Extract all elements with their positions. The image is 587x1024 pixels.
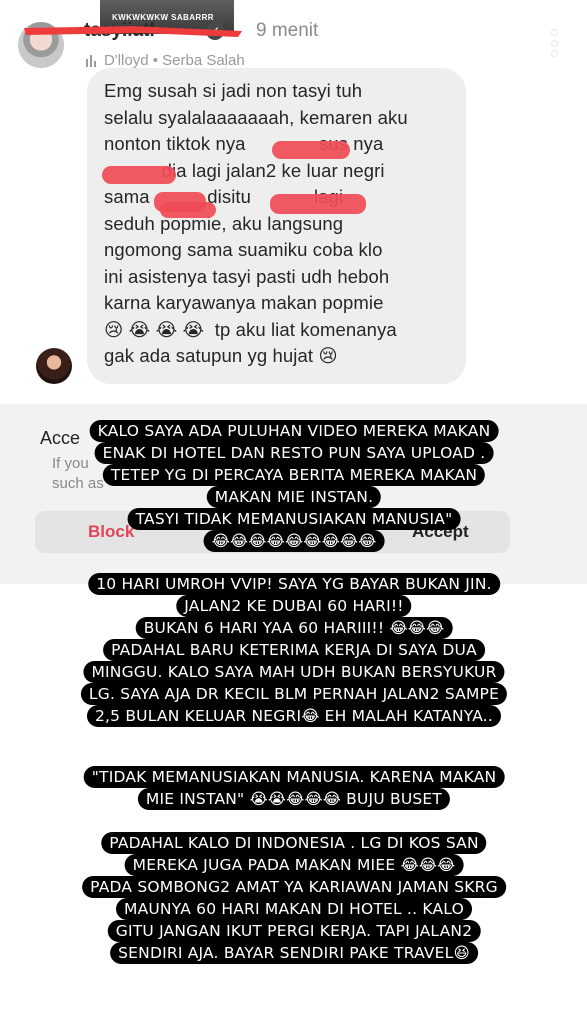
more-options-icon[interactable]	[546, 30, 562, 56]
caption-line: GITU JANGAN IKUT PERGI KERJA. TAPI JALAN…	[107, 920, 481, 942]
story-music-label: D'lloyd • Serba Salah	[104, 52, 245, 69]
caption-line: SENDIRI AJA. BAYAR SENDIRI PAKE TRAVEL😆	[110, 942, 478, 964]
dm-message-text: Emg susah si jadi non tasyi tuh selalu s…	[104, 78, 444, 370]
caption-line: 2,5 BULAN KELUAR NEGRI😂 EH MALAH KATANYA…	[86, 705, 502, 727]
redaction-mark	[160, 202, 216, 218]
red-scribble-redaction	[24, 26, 242, 37]
dm-line: karna karyawanya makan popmie	[104, 292, 384, 313]
dm-line: ngomong sama suamiku coba klo	[104, 239, 383, 260]
redaction-mark	[102, 166, 176, 184]
caption-line: 😂😂😂😂😂😂😂😂😂	[203, 530, 385, 552]
dm-line: gak ada satupun yg hujat 😢	[104, 345, 338, 366]
sender-avatar[interactable]	[36, 348, 72, 384]
caption-line: MINGGU. KALO SAYA MAH UDH BUKAN BERSYUKU…	[83, 661, 505, 683]
caption-line: MAUNYA 60 HARI MAKAN DI HOTEL .. KALO	[116, 898, 472, 920]
story-frame: KWKWKWKW SABARRR tasyiiatl ✓ 9 menit D'l…	[0, 0, 587, 1024]
caption-line: KALO SAYA ADA PULUHAN VIDEO MEREKA MAKAN	[89, 420, 499, 442]
dm-line: Emg susah si jadi non tasyi tuh	[104, 80, 363, 101]
caption-line: LG. SAYA AJA DR KECIL BLM PERNAH JALAN2 …	[80, 683, 508, 705]
caption-line: BUKAN 6 HARI YAA 60 HARIII!! 😂😂😂	[135, 617, 453, 639]
story-time: 9 menit	[256, 20, 319, 41]
caption-line: JALAN2 KE DUBAI 60 HARI!!	[176, 595, 412, 617]
request-description: If you such as	[52, 454, 104, 494]
caption-line: PADAHAL BARU KETERIMA KERJA DI SAYA DUA	[103, 639, 485, 661]
story-progress-bar	[8, 6, 579, 8]
dm-line: selalu syalalaaaaaaah, kemaren aku	[104, 106, 408, 128]
caption-line: "TIDAK MEMANUSIAKAN MANUSIA. KARENA MAKA…	[83, 766, 505, 788]
block-button[interactable]: Block	[88, 522, 134, 542]
caption-line: TETEP YG DI PERCAYA BERITA MEREKA MAKAN	[102, 464, 486, 486]
dm-line: 😢 😭 😭 😭 tp aku liat komenanya	[104, 318, 397, 340]
caption-line: ENAK DI HOTEL DAN RESTO PUN SAYA UPLOAD …	[94, 442, 494, 464]
request-title: Acce	[40, 428, 81, 448]
caption-line: 10 HARI UMROH VVIP! SAYA YG BAYAR BUKAN …	[88, 573, 500, 595]
dm-line: seduh popmie, aku langsung	[104, 212, 344, 234]
caption-line: MEREKA JUGA PADA MAKAN MIEE 😂😂😂	[124, 854, 464, 876]
request-desc-line-2: such as	[52, 475, 104, 492]
caption-line: PADA SOMBONG2 AMAT YA KARIAWAN JAMAN SKR…	[82, 876, 506, 898]
dm-line: ini asistenya tasyi pasti udh heboh	[104, 265, 390, 287]
caption-line: PADAHAL KALO DI INDONESIA . LG DI KOS SA…	[101, 832, 487, 854]
redaction-mark	[270, 194, 366, 214]
music-bars-icon	[86, 54, 98, 67]
redaction-mark	[272, 141, 350, 159]
caption-line: MIE INSTAN" 😭😭😂😂😂 BUJU BUSET	[137, 788, 451, 810]
caption-line: TASYI TIDAK MEMANUSIAKAN MANUSIA"	[127, 508, 461, 530]
caption-line: MAKAN MIE INSTAN.	[206, 486, 382, 508]
story-music[interactable]: D'lloyd • Serba Salah	[86, 52, 245, 69]
